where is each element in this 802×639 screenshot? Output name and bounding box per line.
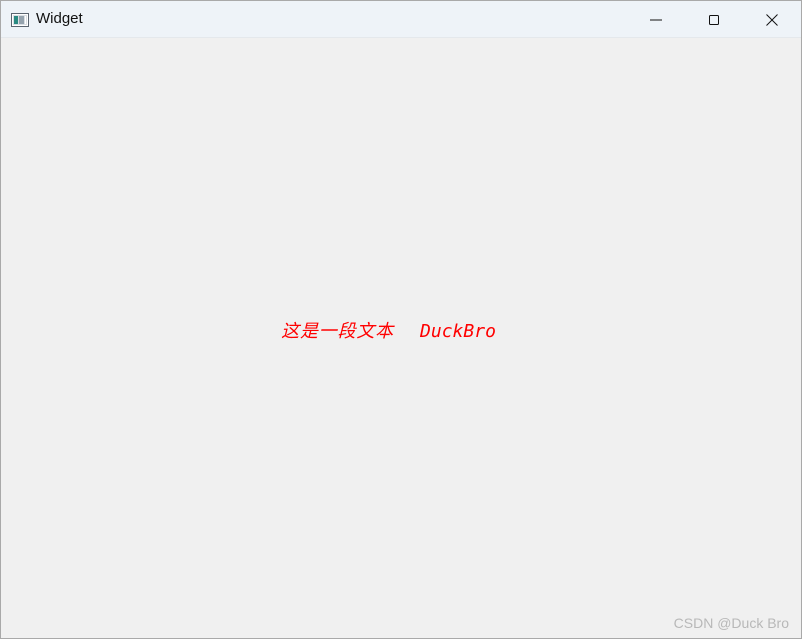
title-bar[interactable]: Widget: [1, 1, 801, 38]
english-text: DuckBro: [420, 321, 496, 342]
chinese-text: 这是一段文本: [281, 321, 394, 342]
close-icon: [765, 13, 779, 27]
maximize-icon: [707, 13, 721, 27]
window-title: Widget: [36, 10, 83, 27]
widget-content-area: 这是一段文本 DuckBro: [1, 38, 801, 638]
text-spacing: [394, 321, 420, 342]
red-text-label: 这是一段文本 DuckBro: [242, 296, 496, 368]
minimize-icon: [649, 13, 663, 27]
application-window: Widget 这是一段文本 DuckBro CSDN @Duck Bro: [0, 0, 802, 639]
minimize-button[interactable]: [633, 1, 679, 38]
close-button[interactable]: [749, 1, 795, 38]
app-icon: [11, 12, 29, 27]
watermark: CSDN @Duck Bro: [673, 615, 789, 631]
maximize-button[interactable]: [691, 1, 737, 38]
